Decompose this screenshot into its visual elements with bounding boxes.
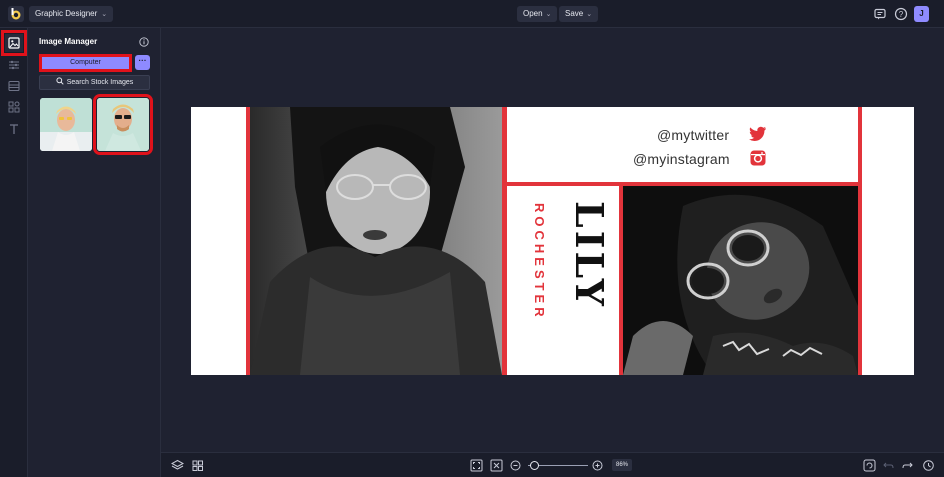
open-menu-label: Open (523, 9, 543, 18)
image-manager-panel: Image Manager Computer ··· Search Stock … (28, 28, 161, 477)
feedback-icon[interactable] (873, 7, 887, 21)
shapes-icon (8, 101, 20, 113)
twitter-handle[interactable]: @mytwitter (657, 127, 729, 143)
redo-icon[interactable] (901, 459, 914, 472)
layers-icon[interactable] (171, 459, 184, 472)
history-icon[interactable] (922, 459, 935, 472)
grid-icon[interactable] (191, 459, 204, 472)
search-icon (56, 77, 64, 85)
fit-to-screen-icon[interactable] (470, 459, 483, 472)
panel-title: Image Manager (39, 37, 98, 46)
more-sources-button[interactable]: ··· (135, 55, 150, 70)
first-name-text[interactable]: LILY (567, 201, 612, 309)
social-handles-block: @mytwitter @myinstagram (507, 107, 862, 182)
text-tool[interactable] (5, 120, 23, 138)
sliders-icon (9, 60, 19, 70)
app-switcher-label: Graphic Designer (35, 9, 98, 18)
tool-rail (0, 28, 28, 477)
instagram-icon (750, 150, 766, 166)
image-thumbnail[interactable] (40, 98, 92, 151)
search-stock-label: Search Stock Images (66, 79, 134, 86)
zoom-in-icon[interactable] (591, 459, 604, 472)
zoom-slider-handle[interactable] (529, 461, 539, 470)
info-icon[interactable] (139, 37, 149, 47)
image-thumbnail-selected[interactable] (93, 94, 153, 155)
twitter-icon (749, 126, 766, 141)
chevron-down-icon: ⌄ (545, 11, 552, 18)
text-icon (10, 124, 18, 134)
chevron-down-icon: ⌄ (586, 11, 593, 18)
image-icon (8, 37, 20, 49)
portrait-photo-right[interactable] (623, 186, 858, 375)
computer-upload-button[interactable]: Computer (39, 54, 132, 72)
image-manager-tool[interactable] (1, 30, 27, 56)
open-menu-button[interactable]: Open ⌄ (517, 6, 558, 22)
customize-tool[interactable] (5, 56, 23, 74)
help-icon[interactable]: ? (894, 7, 908, 21)
top-bar: Graphic Designer ⌄ Open ⌄ Save ⌄ ? J (0, 0, 944, 28)
instagram-handle[interactable]: @myinstagram (633, 151, 730, 167)
zoom-percentage[interactable]: 86% (612, 459, 632, 471)
layout-icon (8, 80, 20, 92)
save-menu-label: Save (565, 9, 584, 18)
undo-icon[interactable] (882, 459, 895, 472)
name-block: LILY ROCHESTER (507, 187, 619, 375)
user-avatar[interactable]: J (914, 6, 929, 22)
design-canvas[interactable]: @mytwitter @myinstagram LILY ROCHESTER (191, 107, 914, 375)
portrait-photo-left[interactable] (250, 107, 502, 375)
actual-size-icon[interactable] (490, 459, 503, 472)
search-stock-images-button[interactable]: Search Stock Images (39, 75, 150, 90)
layout-tool[interactable] (5, 77, 23, 95)
chevron-down-icon: ⌄ (101, 11, 108, 18)
graphics-tool[interactable] (5, 98, 23, 116)
save-menu-button[interactable]: Save ⌄ (559, 6, 599, 22)
app-switcher-dropdown[interactable]: Graphic Designer ⌄ (29, 6, 114, 22)
last-name-text[interactable]: ROCHESTER (532, 203, 547, 321)
zoom-out-icon[interactable] (509, 459, 522, 472)
befunky-logo[interactable] (8, 6, 24, 22)
reset-icon[interactable] (863, 459, 876, 472)
svg-text:?: ? (899, 10, 904, 19)
